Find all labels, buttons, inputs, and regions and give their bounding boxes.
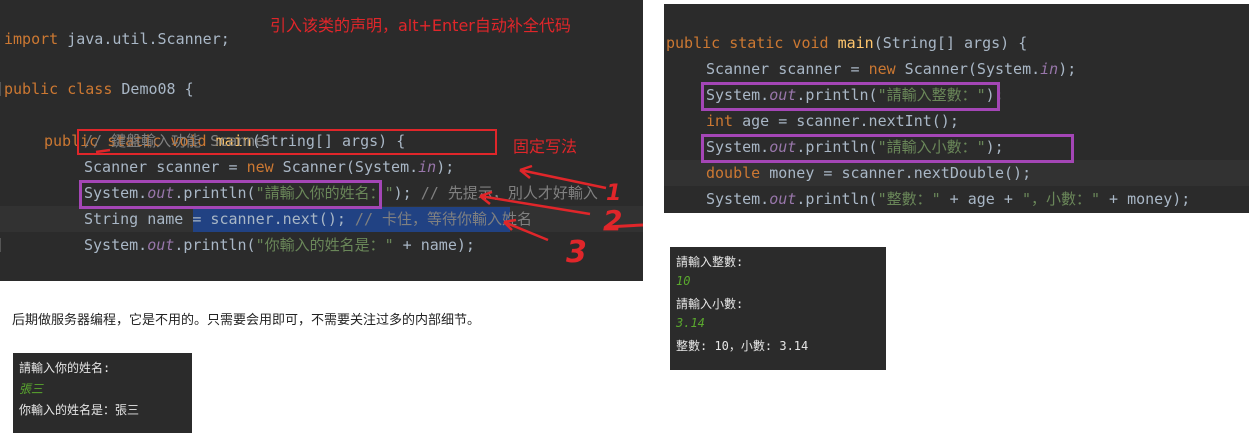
code-line-main: public static void main(String[] args) { <box>664 4 1249 52</box>
console-user-input-double: 3.14 <box>676 316 705 330</box>
next-int-purple-box <box>701 82 1000 111</box>
next-double-purple-box <box>701 134 1074 163</box>
code-line-close: } <box>664 186 1249 212</box>
handwritten-number-1: 1 <box>606 181 621 206</box>
console-result: 你輸入的姓名是：張三 <box>19 403 140 417</box>
code-line-println-double-prompt: System.out.println("請輸入小數："); <box>664 108 1249 156</box>
console-result: 整數: 10，小數: 3.14 <box>676 339 809 353</box>
scanner-underline <box>95 148 111 154</box>
arrow-3 <box>503 218 549 242</box>
handwritten-annotations: 1 2 3 <box>95 148 643 270</box>
console-prompt: 請輸入你的姓名: <box>19 361 111 375</box>
closing-brace: } <box>666 212 675 213</box>
code-line-println-int-prompt: System.out.println("請輸入整數："); <box>664 56 1249 104</box>
arrow-2 <box>479 190 591 216</box>
console-prompt-int: 請輸入整數: <box>676 255 744 269</box>
right-code-editor[interactable]: public static void main(String[] args) {… <box>664 4 1249 213</box>
left-code-editor[interactable]: import java.util.Scanner; 引入该类的声明，alt+En… <box>0 0 643 281</box>
code-line-scanner: Scanner scanner = new Scanner(System.in)… <box>664 30 1249 78</box>
handwritten-number-3: 3 <box>566 235 587 270</box>
code-line-println-result: System.out.println("整數：" + age + "，小數：" … <box>664 160 1249 208</box>
console-user-input-int: 10 <box>676 274 691 288</box>
explanation-caption: 后期做服务器编程，它是不用的。只需要会用即可，不需要关注过多的内部细节。 <box>12 313 481 328</box>
handwritten-number-2: 2 <box>603 204 622 237</box>
left-console-output: 請輸入你的姓名: 張三 你輸入的姓名是：張三 <box>13 353 192 433</box>
right-console-output: 請輸入整數: 10 請輸入小數: 3.14 整數: 10，小數: 3.14 <box>670 247 886 370</box>
console-user-input: 張三 <box>19 382 44 396</box>
arrow-1 <box>519 164 607 190</box>
console-prompt-double: 請輸入小數: <box>676 297 744 311</box>
